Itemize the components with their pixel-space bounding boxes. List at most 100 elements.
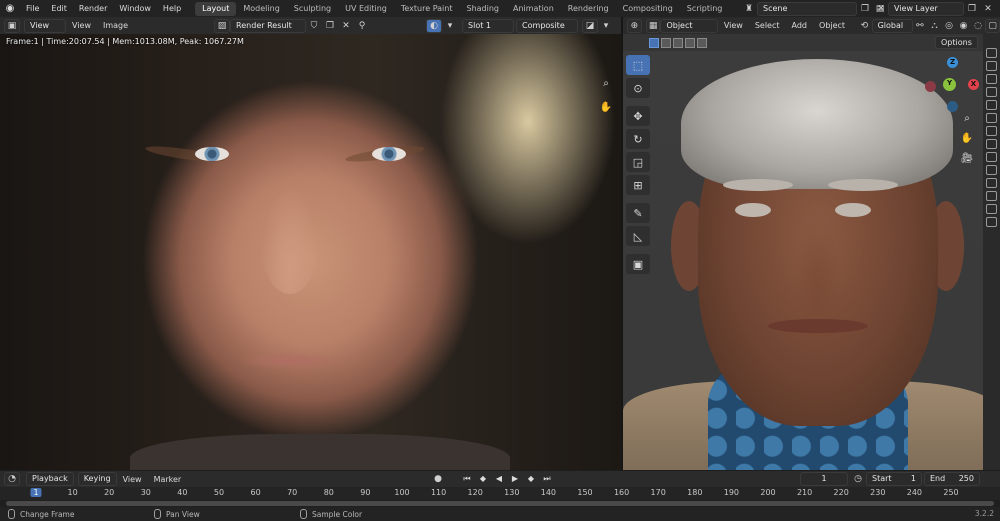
viewport-editor-type-icon[interactable]: ⊕ (627, 18, 642, 33)
timeline-tick[interactable]: 150 (577, 488, 592, 497)
material-props-icon[interactable] (986, 204, 997, 214)
select-mode-new-icon[interactable] (649, 37, 659, 48)
gizmo-x-axis[interactable]: X (968, 79, 979, 90)
pivot-icon[interactable]: ⚯ (913, 19, 928, 33)
prev-keyframe-icon[interactable]: ◆ (476, 472, 490, 485)
menu-view[interactable]: View (66, 21, 97, 30)
snap-icon[interactable]: ⛬ (927, 19, 942, 33)
timeline-tick[interactable]: 120 (468, 488, 483, 497)
view-layer-props-icon[interactable] (986, 87, 997, 97)
annotate-tool-icon[interactable]: ✎ (626, 203, 650, 223)
pan-hand-icon[interactable]: ✋ (597, 98, 615, 116)
constraints-props-icon[interactable] (986, 178, 997, 188)
image-name-field[interactable]: Render Result (230, 18, 307, 33)
view-layer-icon[interactable]: ▤ (872, 2, 888, 16)
timeline-editor-type-icon[interactable]: ◔ (4, 472, 20, 486)
proportional-edit-icon[interactable]: ◎ (942, 19, 957, 33)
image-copy-icon[interactable]: ❐ (322, 19, 338, 33)
jump-start-icon[interactable]: ⏮ (460, 472, 474, 485)
options-dropdown[interactable]: Options (935, 36, 978, 49)
physics-props-icon[interactable] (986, 165, 997, 175)
zoom-icon[interactable]: ⌕ (597, 74, 615, 92)
menu-window[interactable]: Window (113, 0, 157, 17)
object-props-icon[interactable] (986, 126, 997, 136)
start-frame-field[interactable]: Start 1 (866, 472, 922, 486)
gizmo-z-axis[interactable]: Z (947, 57, 958, 68)
select-mode-invert-icon[interactable] (685, 37, 695, 48)
menu-edit[interactable]: Edit (45, 0, 73, 17)
visibility-icon[interactable]: ◉ (956, 19, 971, 33)
timeline-tick[interactable]: 200 (760, 488, 775, 497)
playback-menu[interactable]: Playback (26, 472, 74, 486)
scene-props-icon[interactable] (986, 100, 997, 110)
gizmo-y-axis[interactable]: Y (943, 78, 956, 91)
timeline-tick[interactable]: 240 (907, 488, 922, 497)
gizmo-neg-z[interactable] (947, 101, 958, 112)
viewport-zoom-icon[interactable]: ⌕ (958, 109, 976, 127)
timeline-tick[interactable]: 210 (797, 488, 812, 497)
layer-dropdown[interactable]: Composite (516, 18, 579, 33)
orientation-dropdown[interactable]: Global (871, 18, 913, 33)
select-mode-subtract-icon[interactable] (673, 37, 683, 48)
scene-name-field[interactable]: Scene (757, 1, 857, 16)
timeline-tick[interactable]: 40 (177, 488, 187, 497)
viewport-menu-select[interactable]: Select (749, 21, 786, 30)
world-props-icon[interactable] (986, 113, 997, 123)
tab-rendering[interactable]: Rendering (561, 2, 616, 16)
tab-compositing[interactable]: Compositing (616, 2, 680, 16)
image-browse-icon[interactable]: ▨ (214, 18, 231, 33)
view-mode-dropdown[interactable]: View (24, 18, 66, 33)
add-cube-tool-icon[interactable]: ▣ (626, 254, 650, 274)
timeline-menu-marker[interactable]: Marker (148, 475, 188, 484)
channels-dropdown-icon[interactable]: ▾ (442, 19, 458, 33)
viewport-menu-view[interactable]: View (718, 21, 749, 30)
keying-menu[interactable]: Keying (77, 472, 117, 486)
object-mode-dropdown[interactable]: Object Mode (660, 18, 718, 42)
viewport-menu-object[interactable]: Object (813, 21, 851, 30)
timeline-tick[interactable]: 70 (287, 488, 297, 497)
navigation-gizmo[interactable]: Z X Y (923, 57, 983, 117)
timeline-menu-view[interactable]: View (117, 475, 148, 484)
orientation-icon[interactable]: ⟲ (857, 19, 872, 33)
render-result-image[interactable]: Frame:1 | Time:20:07.54 | Mem:1013.08M, … (0, 34, 621, 470)
particles-props-icon[interactable] (986, 152, 997, 162)
timeline-tick[interactable]: 130 (504, 488, 519, 497)
3d-viewport[interactable]: ⬚ ⊙ ✥ ↻ ◲ ⊞ ✎ ◺ ▣ Z X Y ⌕ ✋ 🎥︎ (623, 51, 1000, 470)
render-props-icon[interactable] (986, 61, 997, 71)
timeline-tick[interactable]: 230 (870, 488, 885, 497)
tab-layout[interactable]: Layout (195, 1, 237, 16)
scale-tool-icon[interactable]: ◲ (626, 152, 650, 172)
scene-icon[interactable]: ♜ (741, 2, 757, 16)
select-mode-extend-icon[interactable] (661, 37, 671, 48)
end-frame-field[interactable]: End 250 (924, 472, 980, 486)
jump-end-icon[interactable]: ⏭ (540, 472, 554, 485)
timeline-tick[interactable]: 170 (651, 488, 666, 497)
timeline-tick[interactable]: 10 (68, 488, 78, 497)
tab-texture-paint[interactable]: Texture Paint (394, 2, 460, 16)
tab-shading[interactable]: Shading (459, 2, 506, 16)
measure-tool-icon[interactable]: ◺ (626, 226, 650, 246)
image-close-icon[interactable]: ✕ (338, 19, 354, 33)
editor-type-icon[interactable]: ▣ (4, 18, 20, 33)
output-props-icon[interactable] (986, 74, 997, 84)
viewport-pan-hand-icon[interactable]: ✋ (958, 129, 976, 147)
view-layer-close-icon[interactable]: ✕ (980, 2, 996, 16)
timeline-tick[interactable]: 100 (394, 488, 409, 497)
menu-help[interactable]: Help (157, 0, 187, 17)
display-channels-icon[interactable]: ◐ (426, 18, 443, 33)
timeline-tick[interactable]: 30 (141, 488, 151, 497)
modifier-props-icon[interactable] (986, 139, 997, 149)
timeline-tick[interactable]: 80 (324, 488, 334, 497)
timeline-scrollbar[interactable] (6, 501, 994, 506)
gizmo-toggle-icon[interactable]: ◪ (582, 18, 599, 33)
tab-uv-editing[interactable]: UV Editing (338, 2, 394, 16)
texture-props-icon[interactable] (986, 217, 997, 227)
tab-animation[interactable]: Animation (506, 2, 561, 16)
current-frame-field[interactable]: 1 (800, 472, 848, 486)
timeline-ruler[interactable]: 1 10 20 30 40 50 60 70 80 90 100 110 120 130 140 150 160… (0, 487, 1000, 500)
cursor-tool-icon[interactable]: ⊙ (626, 78, 650, 98)
menu-file[interactable]: File (20, 0, 45, 17)
record-icon[interactable]: ● (430, 472, 446, 486)
timeline-tick[interactable]: 1 (30, 488, 42, 497)
tab-sculpting[interactable]: Sculpting (287, 2, 338, 16)
